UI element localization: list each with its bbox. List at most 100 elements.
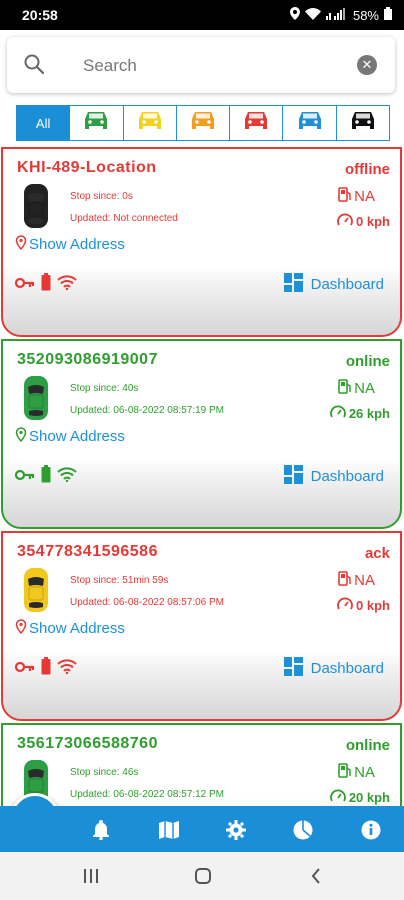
car-front-icon (296, 110, 324, 137)
car-top-icon (23, 375, 49, 426)
status-icons: 58% (289, 7, 392, 23)
connection-status: online (345, 737, 390, 754)
show-address-label: Show Address (29, 620, 125, 637)
updated-time: Updated: 06-08-2022 08:57:12 PM (70, 789, 224, 800)
updated-time: Updated: Not connected (70, 213, 178, 224)
vehicle-title: KHI-489-Location (17, 159, 157, 176)
filter-black[interactable] (335, 106, 389, 140)
color-filter-bar: All (16, 105, 390, 141)
speed-readout: 20 kph (329, 789, 390, 806)
car-front-icon (136, 110, 164, 137)
show-address-link[interactable]: Show Address (15, 235, 125, 254)
stop-since: Stop since: 40s (70, 383, 139, 394)
fuel-readout: NA (338, 187, 375, 206)
home-icon[interactable] (192, 866, 214, 886)
ignition-key-icon (14, 468, 35, 486)
fuel-value: NA (354, 572, 375, 589)
ignition-key-icon (14, 660, 35, 678)
fuel-icon (338, 763, 351, 782)
car-front-icon (242, 110, 270, 137)
speed-readout: 0 kph (337, 213, 390, 230)
gsm-signal-icon (57, 466, 77, 487)
filter-blue[interactable] (282, 106, 336, 140)
show-address-link[interactable]: Show Address (15, 619, 125, 638)
filter-orange[interactable] (175, 106, 230, 140)
car-top-icon (23, 183, 49, 234)
vehicle-card[interactable]: 354778341596586 ack Stop since: 51min 59s U… (1, 531, 402, 721)
location-icon (289, 7, 300, 23)
filter-red[interactable] (229, 106, 283, 140)
vehicle-title: 352093086919007 (17, 351, 158, 368)
map-icon[interactable] (157, 818, 181, 842)
location-pin-icon (15, 619, 27, 638)
vehicle-card[interactable]: KHI-489-Location offline Stop since: 0s Upd… (1, 147, 402, 337)
status-time: 20:58 (22, 7, 58, 23)
search-input[interactable] (81, 53, 335, 79)
dashboard-button[interactable]: Dashboard (283, 273, 384, 296)
wifi-status-icon (304, 7, 321, 23)
fuel-value: NA (354, 380, 375, 397)
system-navigation-bar (0, 852, 404, 900)
dashboard-icon (283, 273, 303, 296)
fuel-value: NA (354, 764, 375, 781)
updated-time: Updated: 06-08-2022 08:57:19 PM (70, 405, 224, 416)
speedometer-icon (337, 213, 353, 230)
updated-time: Updated: 06-08-2022 08:57:06 PM (70, 597, 224, 608)
fuel-value: NA (354, 188, 375, 205)
battery-level-icon (41, 465, 51, 488)
gsm-signal-icon (57, 274, 77, 295)
ignition-key-icon (14, 276, 35, 294)
car-front-icon (349, 110, 377, 137)
vehicle-status-icons (14, 465, 77, 488)
fuel-readout: NA (338, 571, 375, 590)
speed-value: 0 kph (356, 214, 390, 229)
back-icon[interactable] (305, 866, 327, 886)
location-pin-icon (15, 235, 27, 254)
bell-icon[interactable] (89, 818, 113, 842)
car-front-icon (189, 110, 217, 137)
filter-green[interactable] (69, 106, 123, 140)
filter-all[interactable]: All (17, 106, 70, 140)
fuel-icon (338, 187, 351, 206)
car-front-icon (82, 110, 110, 137)
speedometer-icon (329, 789, 346, 806)
show-address-label: Show Address (29, 236, 125, 253)
filter-yellow[interactable] (122, 106, 176, 140)
location-pin-icon (15, 427, 27, 446)
fuel-readout: NA (338, 379, 375, 398)
car-top-icon (23, 567, 49, 618)
settings-icon[interactable] (224, 818, 248, 842)
dashboard-label: Dashboard (310, 468, 384, 485)
connection-status: offline (345, 161, 390, 178)
gsm-signal-icon (57, 658, 77, 679)
vehicle-title: 354778341596586 (17, 543, 158, 560)
dashboard-button[interactable]: Dashboard (283, 465, 384, 488)
speed-value: 26 kph (348, 406, 390, 421)
battery-level-icon (41, 657, 51, 680)
battery-text: 58% (352, 7, 379, 23)
battery-level-icon (41, 273, 51, 296)
fuel-icon (338, 571, 351, 590)
clear-search-icon[interactable]: ✕ (357, 55, 377, 75)
dashboard-label: Dashboard (310, 276, 384, 293)
battery-icon (384, 7, 392, 23)
show-address-link[interactable]: Show Address (15, 427, 125, 446)
speed-readout: 26 kph (329, 405, 390, 422)
speed-readout: 0 kph (337, 597, 390, 614)
search-bar: ✕ (7, 37, 395, 93)
dashboard-button[interactable]: Dashboard (283, 657, 384, 680)
dashboard-icon (283, 465, 303, 488)
fuel-readout: NA (338, 763, 375, 782)
info-icon[interactable] (359, 818, 383, 842)
search-icon[interactable] (23, 53, 45, 75)
signal-icon (325, 7, 348, 23)
pie-chart-icon[interactable] (291, 818, 315, 842)
vehicle-title: 356173066588760 (17, 735, 158, 752)
speedometer-icon (329, 405, 346, 422)
vehicle-status-icons (14, 273, 77, 296)
stop-since: Stop since: 51min 59s (70, 575, 169, 586)
connection-status: online (345, 353, 390, 370)
speedometer-icon (337, 597, 353, 614)
vehicle-card[interactable]: 352093086919007 online Stop since: 40s Upda… (1, 339, 402, 529)
recent-apps-icon[interactable] (80, 866, 102, 886)
